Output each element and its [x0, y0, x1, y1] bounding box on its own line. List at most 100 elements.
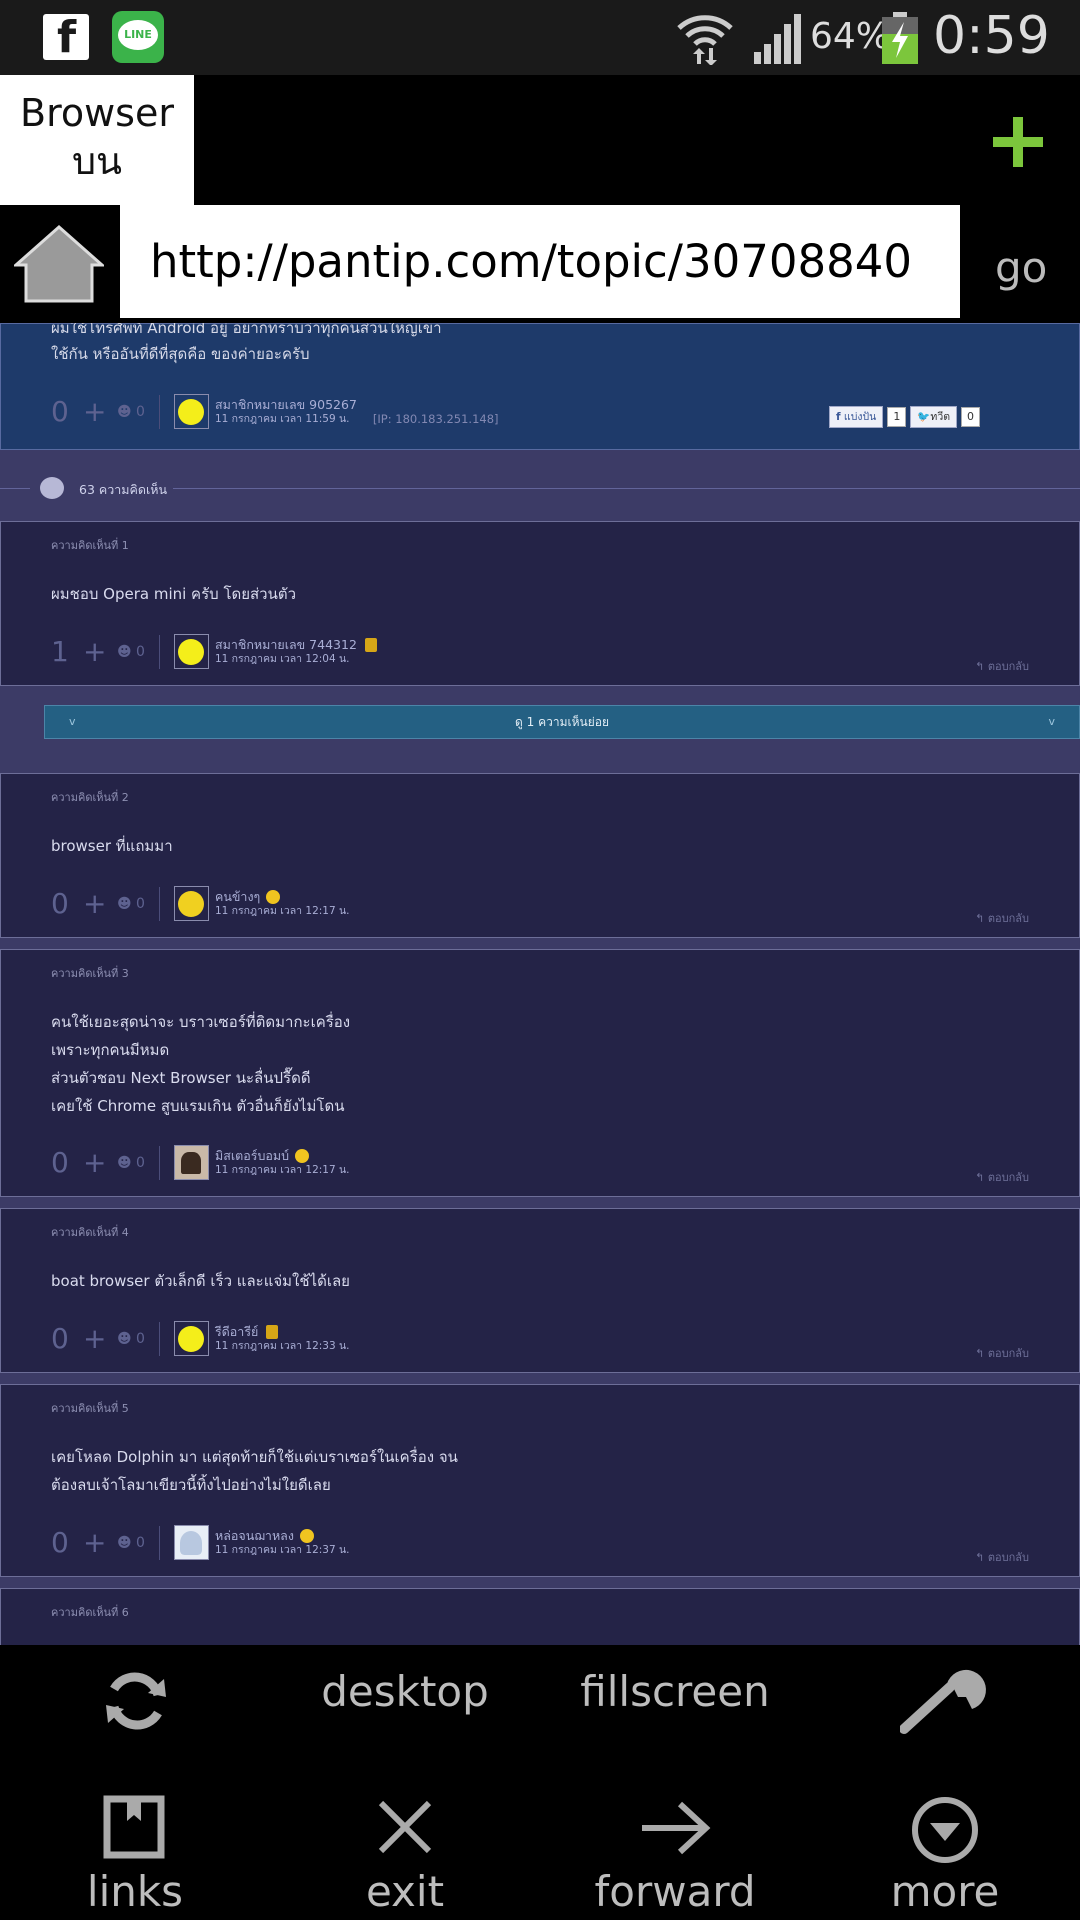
- reply-button[interactable]: ↰ ตอบกลับ: [975, 909, 1029, 927]
- comment-label: ความคิดเห็นที่ 2: [51, 791, 129, 804]
- comment-2: ความคิดเห็นที่ 2 browser ที่แถมมา 0 + ☻ …: [0, 773, 1080, 938]
- member-name[interactable]: คนข้างๆ: [215, 889, 260, 904]
- member-badge-icon: [266, 1324, 279, 1339]
- comment-vote-row: 0 + ☻ 0 หล่อจนฌาหลง 11 กรกฎาคม เวลา 12:3…: [51, 1525, 350, 1560]
- forward-button[interactable]: forward: [590, 1867, 760, 1916]
- comment-count-row: 63 ความคิดเห็น: [0, 473, 1080, 503]
- emotion-icon[interactable]: ☻ 0: [117, 1535, 145, 1551]
- vote-count: 0: [51, 1146, 69, 1179]
- wrench-icon[interactable]: [900, 1667, 990, 1737]
- reply-button[interactable]: ↰ ตอบกลับ: [975, 1548, 1029, 1566]
- member-badge-icon: [266, 889, 281, 904]
- member-name[interactable]: รีดีอารีย์: [215, 1324, 258, 1339]
- member-name[interactable]: หล่อจนฌาหลง: [215, 1528, 294, 1543]
- desktop-button[interactable]: desktop: [315, 1667, 495, 1716]
- avatar[interactable]: [173, 394, 209, 429]
- comments-icon: [40, 477, 64, 499]
- comment-5: ความคิดเห็นที่ 5 เคยโหลด Dolphin มา แต่ส…: [0, 1384, 1080, 1577]
- forward-arrow-icon[interactable]: [638, 1800, 712, 1856]
- emotion-icon[interactable]: ☻ 0: [117, 896, 145, 912]
- bookmark-icon[interactable]: [103, 1795, 165, 1859]
- comment-text: คนใช้เยอะสุดน่าจะ บราวเซอร์ที่ติดมากะเคร…: [51, 1013, 351, 1115]
- url-input[interactable]: [120, 205, 960, 318]
- comment-1: ความคิดเห็นที่ 1 ผมชอบ Opera mini ครับ โ…: [0, 521, 1080, 686]
- post-date: 11 กรกฎาคม เวลา 12:17 น.: [214, 1163, 350, 1176]
- more-dropdown-icon[interactable]: [910, 1795, 980, 1865]
- reply-button[interactable]: ↰ ตอบกลับ: [975, 1168, 1029, 1186]
- avatar[interactable]: [173, 1525, 209, 1560]
- comment-text: boat browser ตัวเล็กดี เร็ว และแจ่มใช้ได…: [51, 1272, 350, 1290]
- vote-plus-icon[interactable]: +: [83, 1322, 117, 1355]
- fillscreen-button[interactable]: fillscreen: [575, 1667, 775, 1716]
- battery-percentage: 64%: [810, 16, 891, 57]
- vote-count: 0: [51, 887, 69, 920]
- facebook-share-button[interactable]: f แบ่งปัน: [829, 406, 884, 428]
- comment-vote-row: 0 + ☻ 0 มิสเตอร์บอมบ์ 11 กรกฎาคม เวลา 12…: [51, 1145, 350, 1180]
- vote-plus-icon[interactable]: +: [83, 1526, 117, 1559]
- avatar[interactable]: [173, 886, 209, 921]
- go-button[interactable]: go: [995, 243, 1047, 292]
- emotion-icon[interactable]: ☻ 0: [117, 404, 145, 420]
- facebook-icon: f: [43, 14, 89, 62]
- emotion-icon[interactable]: ☻ 0: [117, 644, 145, 660]
- reply-button[interactable]: ↰ ตอบกลับ: [975, 657, 1029, 675]
- avatar[interactable]: [173, 634, 209, 669]
- clock: 0:59: [933, 6, 1050, 66]
- comment-count: 63 ความคิดเห็น: [79, 482, 168, 497]
- avatar[interactable]: [173, 1321, 209, 1356]
- new-tab-plus-icon[interactable]: [993, 117, 1043, 167]
- vote-count: 0: [51, 395, 69, 428]
- member-name[interactable]: สมาชิกหมายเลข 905267: [215, 397, 357, 412]
- bottom-toolbar: desktop fillscreen links exit forward mo…: [0, 1645, 1080, 1920]
- member-name[interactable]: สมาชิกหมายเลข 744312: [215, 637, 357, 652]
- tweet-button[interactable]: 🐦ทวีต: [910, 406, 958, 428]
- refresh-icon[interactable]: [100, 1665, 172, 1737]
- vote-plus-icon[interactable]: +: [83, 1146, 117, 1179]
- comment-4: ความคิดเห็นที่ 4 boat browser ตัวเล็กดี …: [0, 1208, 1080, 1373]
- emotion-icon[interactable]: ☻ 0: [117, 1155, 145, 1171]
- links-button[interactable]: links: [70, 1867, 200, 1916]
- vote-plus-icon[interactable]: +: [83, 635, 117, 668]
- chevron-down-icon: v: [1048, 715, 1055, 728]
- topic-text-partial: ผมใช้โทรศัพท์ Android อยู่ อยากทราบว่าทุ…: [51, 323, 442, 337]
- reply-button[interactable]: ↰ ตอบกลับ: [975, 1344, 1029, 1362]
- view-sub-comments-button[interactable]: v ดู 1 ความเห็นย่อย v: [44, 705, 1080, 739]
- status-bar: f LINE 64% 0:59: [0, 0, 1080, 75]
- tab-browser[interactable]: Browser บน: [0, 75, 194, 205]
- web-page-content: ผมใช้โทรศัพท์ Android อยู่ อยากทราบว่าทุ…: [0, 323, 1080, 1645]
- home-icon[interactable]: [14, 225, 104, 303]
- chevron-down-icon: v: [69, 715, 76, 728]
- emotion-icon[interactable]: ☻ 0: [117, 1331, 145, 1347]
- topic-post: ผมใช้โทรศัพท์ Android อยู่ อยากทราบว่าทุ…: [0, 323, 1080, 450]
- member-name[interactable]: มิสเตอร์บอมบ์: [215, 1148, 289, 1163]
- member-badge-icon: [299, 1528, 314, 1543]
- battery-icon: [882, 12, 918, 64]
- wifi-icon: [677, 15, 733, 65]
- post-date: 11 กรกฎาคม เวลา 11:59 น.: [214, 412, 350, 425]
- exit-button[interactable]: exit: [340, 1867, 470, 1916]
- avatar[interactable]: [173, 1145, 209, 1180]
- more-button[interactable]: more: [880, 1867, 1010, 1916]
- vote-plus-icon[interactable]: +: [83, 395, 117, 428]
- signal-icon: [754, 14, 801, 64]
- comment-text: browser ที่แถมมา: [51, 837, 173, 855]
- post-date: 11 กรกฎาคม เวลา 12:37 น.: [214, 1543, 350, 1556]
- post-date: 11 กรกฎาคม เวลา 12:04 น.: [214, 652, 350, 665]
- sub-comments-label: ดู 1 ความเห็นย่อย: [515, 715, 609, 729]
- topic-vote-row: 0 + ☻ 0 สมาชิกหมายเลข 905267 11 กรกฎาคม …: [51, 394, 499, 429]
- comment-vote-row: 1 + ☻ 0 สมาชิกหมายเลข 744312 11 กรกฎาคม …: [51, 634, 377, 669]
- ip-address: [IP: 180.183.251.148]: [372, 411, 499, 426]
- comment-text: ผมชอบ Opera mini ครับ โดยส่วนตัว: [51, 585, 297, 603]
- url-bar: go: [0, 205, 1080, 323]
- close-icon[interactable]: [375, 1797, 435, 1857]
- post-date: 11 กรกฎาคม เวลา 12:33 น.: [214, 1339, 350, 1352]
- comment-3: ความคิดเห็นที่ 3 คนใช้เยอะสุดน่าจะ บราวเ…: [0, 949, 1080, 1197]
- comment-label: ความคิดเห็นที่ 1: [51, 539, 129, 552]
- comment-text: เคยโหลด Dolphin มา แต่สุดท้ายก็ใช้แต่เบร…: [51, 1448, 458, 1494]
- vote-plus-icon[interactable]: +: [83, 887, 117, 920]
- comment-6: ความคิดเห็นที่ 6: [0, 1588, 1080, 1645]
- tweet-count: 0: [961, 407, 981, 427]
- member-badge-icon: [364, 637, 377, 652]
- comment-label: ความคิดเห็นที่ 5: [51, 1402, 129, 1415]
- share-bar: f แบ่งปัน 1 🐦ทวีต 0: [829, 406, 981, 428]
